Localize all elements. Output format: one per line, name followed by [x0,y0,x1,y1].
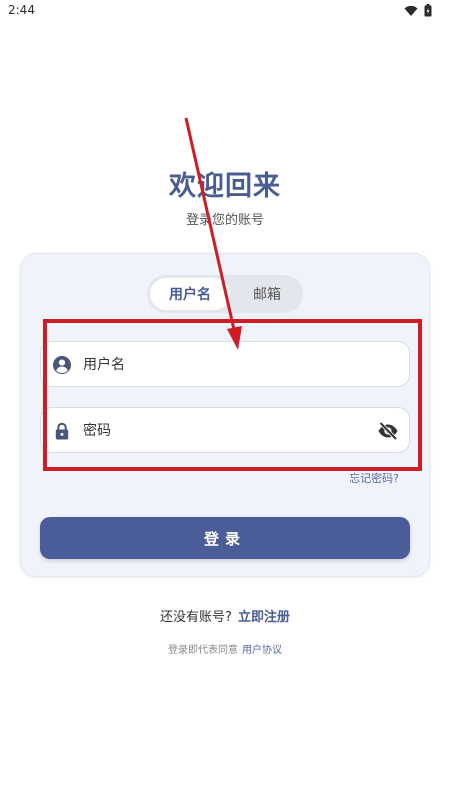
no-account-text: 还没有账号? [160,610,232,625]
password-field[interactable] [40,407,410,453]
page-title: 欢迎回来 [169,171,281,202]
username-field[interactable] [40,341,410,387]
tab-email[interactable]: 邮箱 [233,278,301,310]
login-method-tabs: 用户名 邮箱 [147,275,303,313]
agreement-text: 登录即代表同意 [168,645,238,656]
status-icons [404,4,432,17]
login-button[interactable]: 登录 [40,517,410,559]
account-circle-icon [53,356,71,374]
tab-username[interactable]: 用户名 [150,278,230,310]
status-time: 2:44 [8,3,35,17]
password-input[interactable] [83,416,363,446]
agreement-row: 登录即代表同意 用户协议 [0,641,450,656]
user-agreement-link[interactable]: 用户协议 [242,645,282,656]
page-subtitle: 登录您的账号 [185,213,264,228]
status-bar: 2:44 [0,0,450,24]
battery-icon [424,4,432,17]
register-link[interactable]: 立即注册 [238,610,290,625]
forgot-password-link[interactable]: 忘记密码? [349,470,399,486]
wifi-icon [404,5,418,16]
register-row: 还没有账号? 立即注册 [0,606,450,625]
username-input[interactable] [83,350,363,380]
visibility-off-icon[interactable] [377,420,399,442]
lock-icon [55,422,69,440]
